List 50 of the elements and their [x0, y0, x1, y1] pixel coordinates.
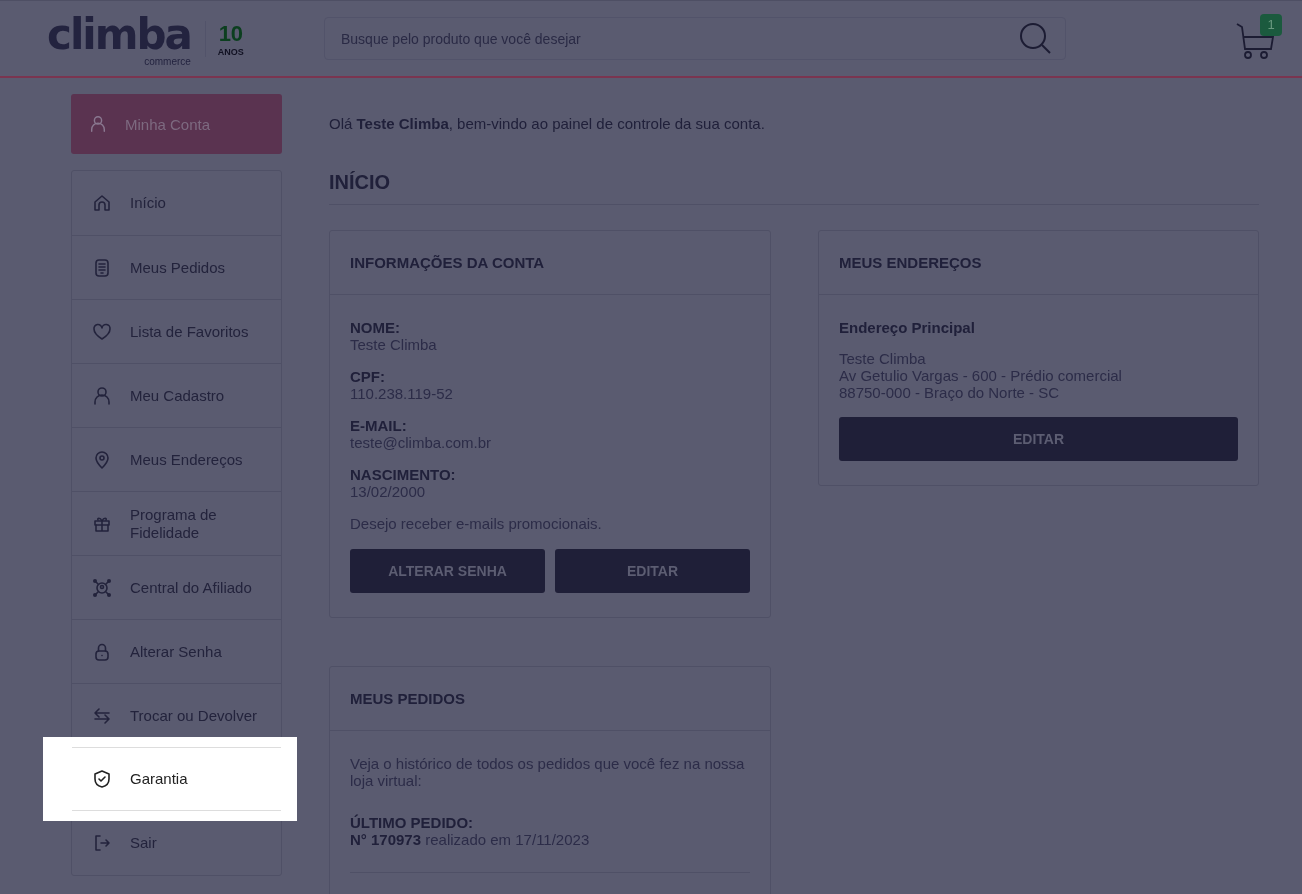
- sidebar-item[interactable]: Meu Cadastro: [72, 363, 281, 427]
- sidebar-item[interactable]: Meus Pedidos: [72, 235, 281, 299]
- logout-icon: [92, 833, 112, 853]
- logo-wordmark: climba: [47, 10, 191, 59]
- sidebar-item[interactable]: Alterar Senha: [72, 619, 281, 683]
- cart-count-badge: 1: [1260, 13, 1282, 36]
- change-password-button[interactable]: ALTERAR SENHA: [350, 549, 545, 593]
- sidebar-item[interactable]: Programa de Fidelidade: [72, 491, 281, 555]
- field-label: CPF:: [350, 368, 386, 385]
- sidebar-item[interactable]: Central do Afiliado: [72, 555, 281, 619]
- user-icon: [89, 114, 107, 134]
- swap-arrows-icon: [92, 705, 112, 726]
- search-icon[interactable]: [1018, 21, 1052, 55]
- card-title: MEUS PEDIDOS: [350, 690, 466, 707]
- sidebar-item-label: Trocar ou Devolver: [130, 706, 257, 725]
- edit-button[interactable]: EDITAR: [555, 549, 750, 593]
- card-title: MEUS ENDEREÇOS: [839, 254, 982, 271]
- anniversary-number: 10: [218, 20, 244, 47]
- field-label: E-MAIL:: [350, 417, 408, 434]
- anniversary-label: ANOS: [217, 46, 244, 57]
- sidebar-item-label: Meu Cadastro: [130, 386, 225, 405]
- sidebar-item-label: Sair: [130, 834, 157, 852]
- heart-icon: [92, 321, 112, 342]
- sidebar-item-label: Lista de Favoritos: [130, 322, 249, 341]
- sidebar-item-label: Alterar Senha: [130, 642, 222, 661]
- sidebar-item[interactable]: Lista de Favoritos: [72, 299, 281, 363]
- edit-address-button[interactable]: EDITAR: [839, 417, 1238, 461]
- address-title: Endereço Principal: [839, 319, 976, 336]
- sidebar-item-label: Central do Afiliado: [130, 578, 252, 597]
- sidebar-item-label: Garantia: [130, 770, 188, 788]
- field-label: NASCIMENTO:: [350, 466, 457, 483]
- sidebar-item[interactable]: Sair: [72, 811, 281, 875]
- welcome-message: Olá Teste Climba, bem-vindo ao painel de controle da sua conta.: [329, 115, 766, 133]
- receipt-icon: [92, 257, 112, 278]
- network-user-icon: [92, 577, 112, 598]
- last-order-label: ÚLTIMO PEDIDO:: [350, 814, 475, 831]
- section-title: INÍCIO: [329, 171, 1259, 205]
- sidebar-item[interactable]: Meus Endereços: [72, 427, 281, 491]
- card-title: INFORMAÇÕES DA CONTA: [350, 254, 545, 271]
- padlock-icon: [92, 641, 112, 662]
- sidebar-item-label: Meus Endereços: [130, 450, 243, 469]
- field-label: NOME:: [350, 319, 401, 336]
- sidebar-item-label: Programa de Fidelidade: [130, 505, 218, 542]
- shield-check-icon: [92, 769, 112, 789]
- sidebar-item-label: Início: [130, 194, 166, 212]
- sidebar-item[interactable]: Início: [72, 171, 281, 235]
- sidebar-item-label: Meus Pedidos: [130, 258, 226, 277]
- user-icon: [92, 385, 112, 406]
- home-icon: [92, 193, 112, 213]
- location-pin-icon: [92, 449, 112, 470]
